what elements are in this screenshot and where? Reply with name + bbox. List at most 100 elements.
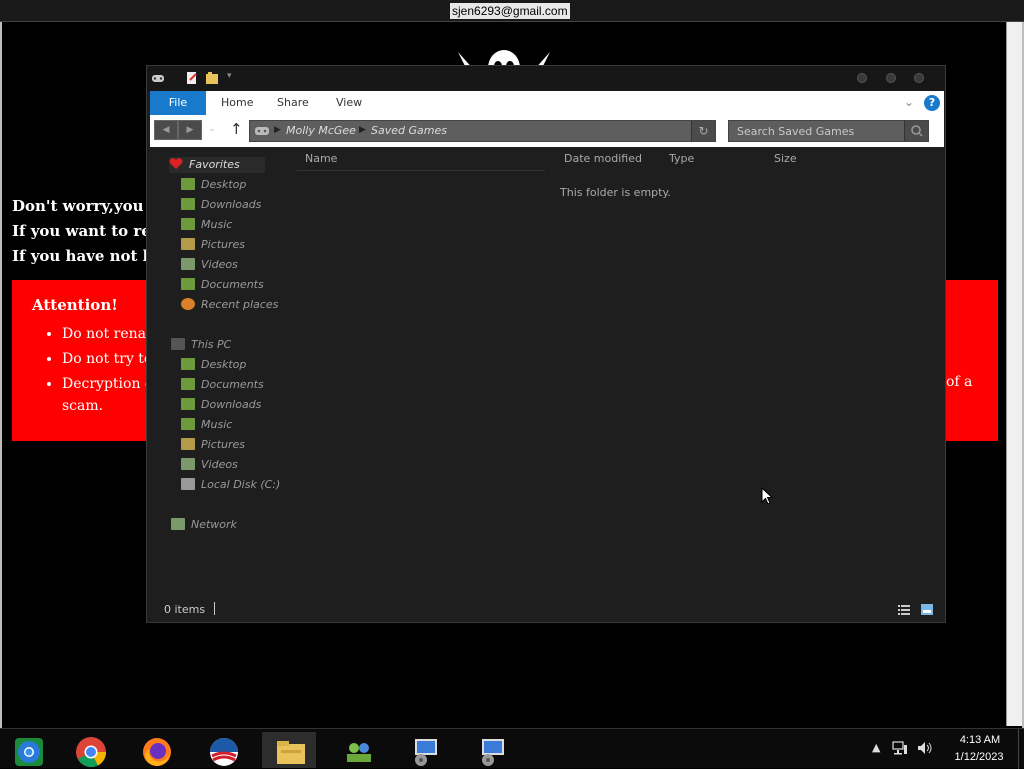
breadcrumb-user[interactable]: Molly McGee bbox=[286, 124, 356, 137]
sidebar-item-pc-desktop[interactable]: Desktop bbox=[181, 357, 246, 373]
minimize-button[interactable] bbox=[857, 73, 867, 83]
details-view-icon[interactable] bbox=[897, 603, 911, 616]
computer-icon bbox=[171, 338, 185, 350]
sidebar-item-label: Documents bbox=[201, 378, 264, 391]
session-email: sjen6293@gmail.com bbox=[450, 3, 570, 19]
sidebar-item-local-disk[interactable]: Local Disk (C:) bbox=[181, 477, 280, 493]
column-header-type[interactable]: Type bbox=[669, 152, 694, 168]
desktop-icon bbox=[181, 178, 195, 190]
navigation-bar: ◀ ▶ ⌄ ↑ ▶ Molly McGee ▶ Saved Games ↻ bbox=[150, 115, 944, 147]
obama-logo-icon bbox=[210, 738, 238, 766]
sidebar-item-recent-places[interactable]: Recent places bbox=[181, 297, 278, 313]
tab-file[interactable]: File bbox=[150, 91, 206, 115]
sidebar-item-pc-videos[interactable]: Videos bbox=[181, 457, 238, 473]
column-header-size[interactable]: Size bbox=[774, 152, 797, 168]
column-header-date-modified[interactable]: Date modified bbox=[564, 152, 642, 168]
sidebar-item-documents[interactable]: Documents bbox=[181, 277, 264, 293]
search-input[interactable] bbox=[729, 121, 905, 141]
videos-icon bbox=[181, 258, 195, 270]
recent-locations-icon[interactable]: ⌄ bbox=[208, 124, 216, 134]
tab-home[interactable]: Home bbox=[221, 91, 253, 115]
sidebar-item-videos[interactable]: Videos bbox=[181, 257, 238, 273]
taskbar-app-chrome[interactable] bbox=[62, 732, 116, 768]
sidebar-item-this-pc[interactable]: This PC bbox=[171, 337, 231, 353]
breadcrumb-separator-icon[interactable]: ▶ bbox=[274, 125, 281, 135]
sidebar-item-pc-pictures[interactable]: Pictures bbox=[181, 437, 245, 453]
show-hidden-icons-icon[interactable]: ▲ bbox=[872, 741, 880, 754]
status-bar: 0 items bbox=[147, 598, 945, 622]
window-titlebar[interactable]: ▾ bbox=[147, 66, 945, 91]
sidebar-item-label: Pictures bbox=[201, 438, 246, 451]
documents-icon bbox=[181, 278, 195, 290]
pictures-icon bbox=[181, 438, 195, 450]
address-bar[interactable]: ▶ Molly McGee ▶ Saved Games ↻ bbox=[249, 120, 716, 142]
volume-icon[interactable] bbox=[917, 741, 933, 755]
tab-view[interactable]: View bbox=[336, 91, 362, 115]
network-status-icon[interactable] bbox=[892, 741, 908, 755]
help-icon[interactable]: ? bbox=[924, 95, 940, 111]
sidebar-item-pc-music[interactable]: Music bbox=[181, 417, 232, 433]
navigation-pane: Favorites Desktop Downloads Music Pictur… bbox=[147, 147, 287, 597]
sidebar-item-favorites[interactable]: Favorites bbox=[169, 157, 265, 173]
forward-button[interactable]: ▶ bbox=[178, 120, 202, 140]
videos-icon bbox=[181, 458, 195, 470]
close-button[interactable] bbox=[914, 73, 924, 83]
customize-quick-access-icon[interactable]: ▾ bbox=[227, 71, 232, 81]
sidebar-item-pc-downloads[interactable]: Downloads bbox=[181, 397, 261, 413]
file-explorer-window[interactable]: ▾ File Home Share View ⌄ ? ◀ ▶ ⌄ ↑ ▶ Mol… bbox=[146, 65, 946, 623]
sidebar-item-label: Music bbox=[201, 218, 233, 231]
sidebar-item-desktop[interactable]: Desktop bbox=[181, 177, 246, 193]
sidebar-item-pc-documents[interactable]: Documents bbox=[181, 377, 264, 393]
search-box[interactable] bbox=[728, 120, 929, 142]
taskbar-app-obama-logo[interactable] bbox=[195, 732, 249, 768]
large-icons-view-icon[interactable] bbox=[920, 603, 934, 616]
desktop-icon bbox=[181, 358, 195, 370]
ribbon: File Home Share View ⌄ ? bbox=[150, 91, 944, 115]
refresh-button[interactable]: ↻ bbox=[691, 121, 715, 141]
mouse-cursor-icon bbox=[761, 487, 773, 505]
scrollbar[interactable] bbox=[1006, 22, 1022, 726]
taskbar-app-firefox[interactable] bbox=[128, 732, 182, 768]
sidebar-item-label: Videos bbox=[201, 458, 238, 471]
sidebar-item-label: Local Disk (C:) bbox=[201, 478, 281, 491]
sidebar-item-music[interactable]: Music bbox=[181, 217, 232, 233]
back-button[interactable]: ◀ bbox=[154, 120, 178, 140]
search-icon[interactable] bbox=[904, 121, 928, 141]
properties-icon[interactable] bbox=[185, 71, 199, 85]
divider bbox=[297, 170, 545, 171]
chevron-down-icon[interactable]: ⌄ bbox=[904, 95, 914, 109]
chrome-icon bbox=[76, 737, 107, 768]
sidebar-item-label: Favorites bbox=[189, 158, 240, 171]
sidebar-item-label: Videos bbox=[201, 258, 238, 271]
clock-time[interactable]: 4:13 AM bbox=[955, 734, 1005, 746]
sidebar-item-label: Downloads bbox=[201, 198, 262, 211]
clock-date[interactable]: 1/12/2023 bbox=[949, 751, 1009, 763]
new-folder-icon[interactable] bbox=[205, 71, 219, 85]
sidebar-item-pictures[interactable]: Pictures bbox=[181, 237, 245, 253]
documents-icon bbox=[181, 378, 195, 390]
network-users-icon bbox=[347, 743, 371, 762]
remote-desktop-icon bbox=[415, 739, 437, 766]
gamepad-icon bbox=[255, 127, 269, 135]
breadcrumb-folder[interactable]: Saved Games bbox=[371, 124, 447, 137]
taskbar-app-remote-desktop[interactable] bbox=[396, 732, 450, 768]
taskbar-app-remote-desktop-2[interactable] bbox=[463, 732, 517, 768]
file-explorer-icon bbox=[277, 741, 305, 764]
column-header-name[interactable]: Name bbox=[305, 152, 337, 168]
show-desktop-button[interactable] bbox=[1018, 729, 1024, 769]
sidebar-item-label: This PC bbox=[191, 338, 232, 351]
sidebar-item-label: Music bbox=[201, 418, 233, 431]
breadcrumb-separator-icon[interactable]: ▶ bbox=[359, 125, 366, 135]
taskbar-app-network-users[interactable] bbox=[330, 732, 384, 768]
divider bbox=[214, 602, 215, 615]
network-icon bbox=[171, 518, 185, 530]
up-arrow-icon[interactable]: ↑ bbox=[230, 120, 243, 138]
heart-icon bbox=[169, 158, 183, 170]
music-icon bbox=[181, 218, 195, 230]
tab-share[interactable]: Share bbox=[277, 91, 309, 115]
maximize-button[interactable] bbox=[886, 73, 896, 83]
sidebar-item-downloads[interactable]: Downloads bbox=[181, 197, 261, 213]
sidebar-item-network[interactable]: Network bbox=[171, 517, 237, 533]
taskbar-app-file-explorer[interactable] bbox=[262, 732, 316, 768]
taskbar-app-chrome-canary[interactable] bbox=[0, 732, 54, 768]
